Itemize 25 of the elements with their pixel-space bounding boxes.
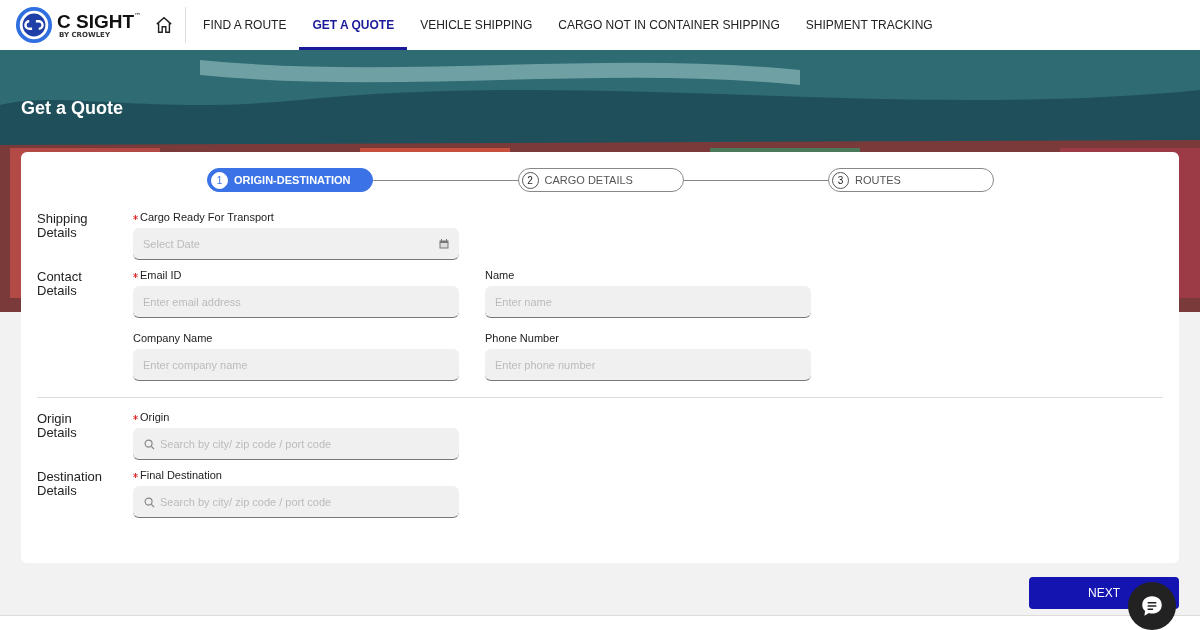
field-label: Email ID <box>140 269 182 281</box>
search-icon <box>144 497 155 508</box>
nav-tab[interactable]: CARGO NOT IN CONTAINER SHIPPING <box>545 0 793 50</box>
search-icon <box>144 439 155 450</box>
logo-name: C SIGHT <box>57 11 135 31</box>
step-pill[interactable]: 1 ORIGIN-DESTINATION <box>207 168 373 192</box>
field-label: Phone Number <box>485 332 559 344</box>
chat-icon <box>1139 593 1165 619</box>
field-label: Cargo Ready For Transport <box>140 211 274 223</box>
field-label: Origin <box>140 411 170 423</box>
home-icon[interactable] <box>155 16 174 34</box>
section-title: Shipping Details <box>37 210 89 242</box>
field-label: Final Destination <box>140 469 222 481</box>
field-label: Name <box>485 269 515 281</box>
field-label: Company Name <box>133 332 213 344</box>
nav-tab[interactable]: SHIPMENT TRACKING <box>792 0 946 50</box>
section-title: Contact Details <box>37 268 83 300</box>
section-title: Origin Details <box>37 410 78 442</box>
calendar-icon <box>439 239 449 249</box>
logo-icon <box>15 6 53 44</box>
step-pill[interactable]: 2 CARGO DETAILS <box>517 168 684 192</box>
nav-tab[interactable]: FIND A ROUTE <box>190 0 300 50</box>
nav-tab[interactable]: VEHICLE SHIPPING <box>407 0 546 50</box>
step-pill[interactable]: 3 ROUTES <box>828 168 994 192</box>
page-title: Get a Quote <box>21 98 123 119</box>
